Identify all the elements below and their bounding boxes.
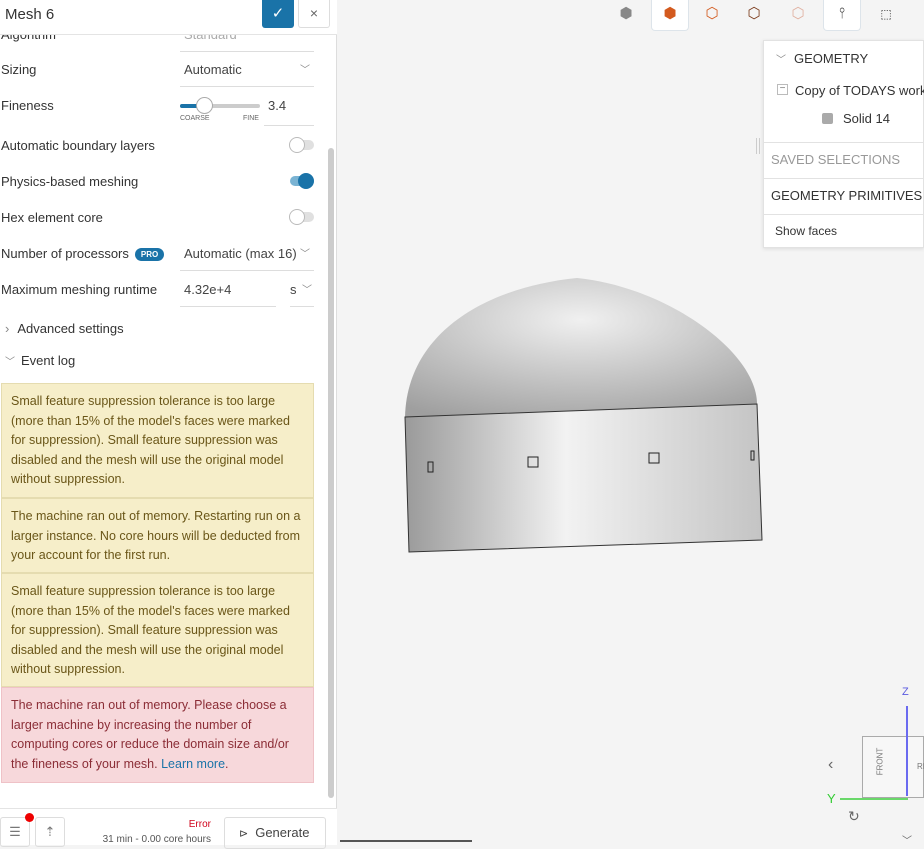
runtime-summary: 31 min - 0.00 core hours xyxy=(102,834,211,845)
message-suffix: . xyxy=(225,756,229,771)
processors-row: Number of processors PRO Automatic (max 1… xyxy=(0,235,320,271)
cube-filled-icon: ⬢ xyxy=(663,5,677,22)
upload-icon: ⇡ xyxy=(44,824,56,839)
close-icon: × xyxy=(309,5,319,21)
close-button[interactable]: × xyxy=(298,0,330,28)
pin-icon: ⫯ xyxy=(838,5,846,22)
message-text: Small feature suppression tolerance is t… xyxy=(11,394,290,486)
model-cylinder xyxy=(404,403,763,553)
y-axis xyxy=(840,798,908,800)
orientation-cube[interactable]: FRONT RI xyxy=(862,736,924,798)
processors-select[interactable]: Automatic (max 16) xyxy=(180,246,314,271)
advanced-settings-toggle[interactable]: › Advanced settings xyxy=(5,321,124,336)
boundary-layers-row: Automatic boundary layers xyxy=(0,127,320,163)
box-select-icon: ⬚ xyxy=(880,7,892,21)
chevron-down-icon: ﹀ xyxy=(300,65,310,76)
physics-meshing-row: Physics-based meshing xyxy=(0,163,320,199)
chevron-down-icon: ﹀ xyxy=(5,357,15,368)
hex-core-row: Hex element core xyxy=(0,199,320,235)
fine-label: FINE xyxy=(243,115,259,122)
panel-title: Mesh 6 xyxy=(5,6,55,23)
event-log-label: Event log xyxy=(21,353,76,368)
runtime-input[interactable]: 4.32e+4 xyxy=(180,282,276,307)
hex-core-toggle[interactable] xyxy=(289,209,314,225)
event-log-error: The machine ran out of memory. Please ch… xyxy=(1,687,314,783)
view-mode-solid-button[interactable]: ⬢ xyxy=(607,0,645,31)
z-axis xyxy=(906,706,908,796)
model-dome xyxy=(405,278,757,417)
message-text: Small feature suppression tolerance is t… xyxy=(11,584,290,676)
generate-label: Generate xyxy=(255,825,310,840)
runtime-row: Maximum meshing runtime 4.32e+4 s ﹀ xyxy=(0,271,320,307)
chevron-down-icon: ﹀ xyxy=(300,249,310,260)
learn-more-link[interactable]: Learn more xyxy=(161,757,225,771)
panel-footer: ☰ ⇡ Error 31 min - 0.00 core hours ⊳ Gene… xyxy=(0,808,337,849)
point-selection-button[interactable]: ⫯ xyxy=(823,0,861,31)
front-face-label: FRONT xyxy=(875,747,885,776)
export-button[interactable]: ⇡ xyxy=(35,817,65,847)
slider-handle[interactable] xyxy=(196,97,213,114)
cube-icon: ⬢ xyxy=(619,5,633,22)
right-face-label: RI xyxy=(917,762,924,771)
coarse-label: COARSE xyxy=(180,115,210,122)
select-volume-button[interactable]: ⬢ xyxy=(651,0,689,31)
boundary-layers-label: Automatic boundary layers xyxy=(1,138,155,153)
physics-meshing-label: Physics-based meshing xyxy=(1,174,139,189)
rotate-left-arrow-icon[interactable]: ‹ xyxy=(828,756,833,774)
message-text: The machine ran out of memory. Restartin… xyxy=(11,509,301,562)
pro-badge: PRO xyxy=(134,248,165,261)
processors-label: Number of processors xyxy=(1,246,129,261)
notification-dot xyxy=(25,813,34,822)
sizing-label: Sizing xyxy=(1,62,37,77)
box-select-button[interactable]: ⬚ xyxy=(867,0,905,31)
check-icon: ✓ xyxy=(271,5,285,22)
fineness-value[interactable]: 3.4 xyxy=(264,98,314,126)
cube-edges-icon: ⬡ xyxy=(747,5,761,22)
status-text: Error xyxy=(188,819,211,830)
panel-header: Mesh 6 ✓ × xyxy=(0,0,337,35)
confirm-button[interactable]: ✓ xyxy=(262,0,294,28)
select-edge-button[interactable]: ⬡ xyxy=(735,0,773,31)
cube-face-icon: ⬡ xyxy=(705,5,719,22)
list-icon: ☰ xyxy=(9,824,21,839)
advanced-settings-label: Advanced settings xyxy=(17,321,124,336)
select-vertex-button[interactable]: ⬡ xyxy=(779,0,817,31)
y-axis-label: Y xyxy=(827,791,836,806)
event-log-warning: Small feature suppression tolerance is t… xyxy=(1,573,314,687)
cube-outline-icon: ⬡ xyxy=(791,5,805,22)
message-text: The machine ran out of memory. Please ch… xyxy=(11,698,289,771)
rotate-view-icon[interactable]: ↻ xyxy=(848,808,860,825)
select-face-button[interactable]: ⬡ xyxy=(693,0,731,31)
event-log-warning: Small feature suppression tolerance is t… xyxy=(1,383,314,498)
viewer-toolbar: ⬢ ⬢ ⬡ ⬡ ⬡ ⫯ ⬚ xyxy=(605,0,924,32)
sizing-select[interactable]: Automatic xyxy=(180,62,314,87)
chevron-down-icon: ﹀ xyxy=(302,285,312,296)
mesh-settings-panel: Mesh 6 ✓ × Algorithm Standard Sizing Aut… xyxy=(0,0,337,849)
event-log-toggle[interactable]: ﹀ Event log xyxy=(5,353,75,368)
panel-scrollbar[interactable] xyxy=(328,148,334,798)
runtime-label: Maximum meshing runtime xyxy=(1,282,158,297)
boundary-layers-toggle[interactable] xyxy=(289,137,314,153)
model-3d-view[interactable] xyxy=(337,32,924,845)
play-icon: ⊳ xyxy=(239,828,249,840)
sizing-row: Sizing Automatic ﹀ xyxy=(0,51,320,87)
generate-button[interactable]: ⊳ Generate xyxy=(224,817,326,849)
fineness-row: Fineness COARSE FINE 3.4 xyxy=(0,87,320,126)
chevron-right-icon: › xyxy=(5,321,10,336)
event-log-warning: The machine ran out of memory. Restartin… xyxy=(1,498,314,573)
hex-core-label: Hex element core xyxy=(1,210,103,225)
log-list-button[interactable]: ☰ xyxy=(0,817,30,847)
z-axis-label: Z xyxy=(902,686,909,698)
fineness-slider[interactable] xyxy=(180,97,260,114)
fineness-label: Fineness xyxy=(1,98,54,113)
physics-meshing-toggle[interactable] xyxy=(290,173,314,189)
viewport-bottom-line xyxy=(340,840,472,842)
